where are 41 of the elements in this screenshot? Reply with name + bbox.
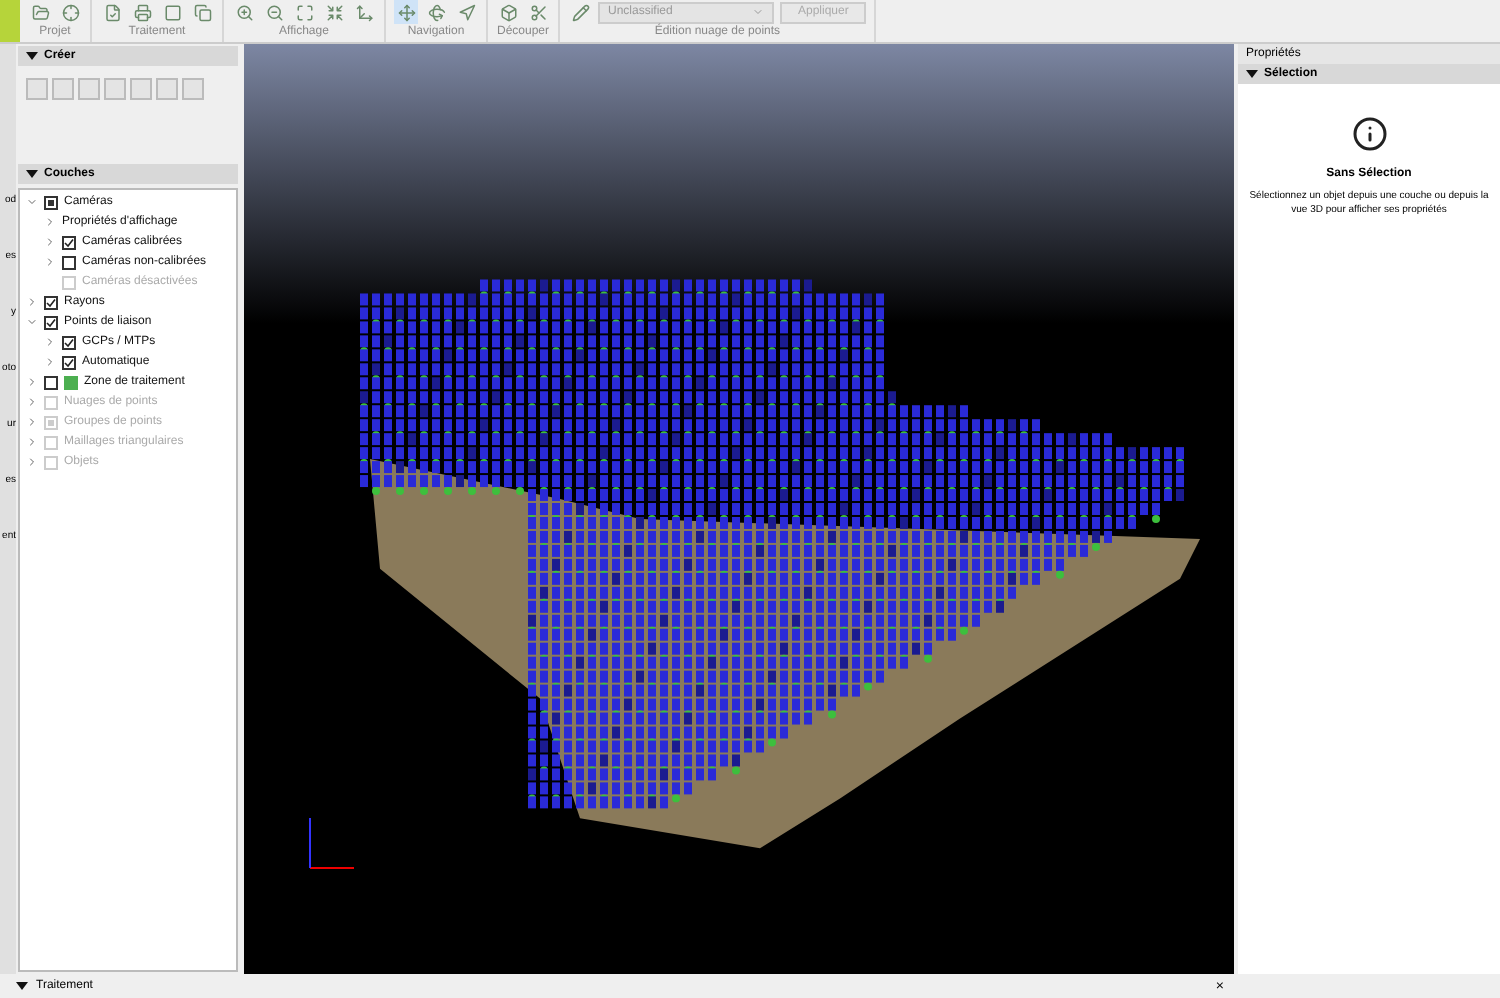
toolbar-icon[interactable] <box>262 0 286 24</box>
expand-icon[interactable] <box>44 236 56 248</box>
toolbar-icon[interactable] <box>352 0 376 24</box>
dropdown-chevron-icon <box>752 6 764 18</box>
toolbar-icon[interactable] <box>160 0 184 24</box>
collapse-triangle-icon[interactable] <box>16 980 28 992</box>
toolbar-icon[interactable] <box>28 0 52 24</box>
collapse-triangle-icon[interactable] <box>26 50 38 62</box>
toolbar-icon[interactable] <box>322 0 346 24</box>
checkbox[interactable] <box>62 235 76 249</box>
expand-icon[interactable] <box>26 316 38 328</box>
checkbox[interactable] <box>44 295 58 309</box>
toolbar-icon[interactable] <box>526 0 550 24</box>
expand-icon[interactable] <box>26 376 38 388</box>
expand-icon[interactable] <box>44 356 56 368</box>
toolbar-icon[interactable] <box>424 0 448 24</box>
expand-icon[interactable] <box>44 336 56 348</box>
toolbar-icon[interactable] <box>232 0 256 24</box>
checkbox[interactable] <box>44 315 58 329</box>
toolbar-icon[interactable] <box>292 0 316 24</box>
collapse-triangle-icon[interactable] <box>1246 68 1258 80</box>
toolbar-icon[interactable] <box>58 0 82 24</box>
checkbox[interactable] <box>44 195 58 209</box>
checkbox[interactable] <box>44 375 58 389</box>
toolbar-icon[interactable] <box>496 0 520 24</box>
toolbar-icon[interactable] <box>454 0 478 24</box>
toolbar-icon[interactable] <box>568 0 592 24</box>
checkbox[interactable] <box>62 255 76 269</box>
expand-icon[interactable] <box>44 256 56 268</box>
checkbox[interactable] <box>62 355 76 369</box>
toolbar-icon[interactable] <box>190 0 214 24</box>
info-icon <box>1351 116 1387 152</box>
toolbar-icon[interactable] <box>394 0 418 24</box>
toolbar-icon[interactable] <box>130 0 154 24</box>
expand-icon[interactable] <box>44 216 56 228</box>
checkbox[interactable] <box>62 335 76 349</box>
axis-icon <box>304 814 356 874</box>
collapse-triangle-icon[interactable] <box>26 168 38 180</box>
expand-icon[interactable] <box>26 196 38 208</box>
expand-icon[interactable] <box>26 296 38 308</box>
toolbar-icon[interactable] <box>100 0 124 24</box>
